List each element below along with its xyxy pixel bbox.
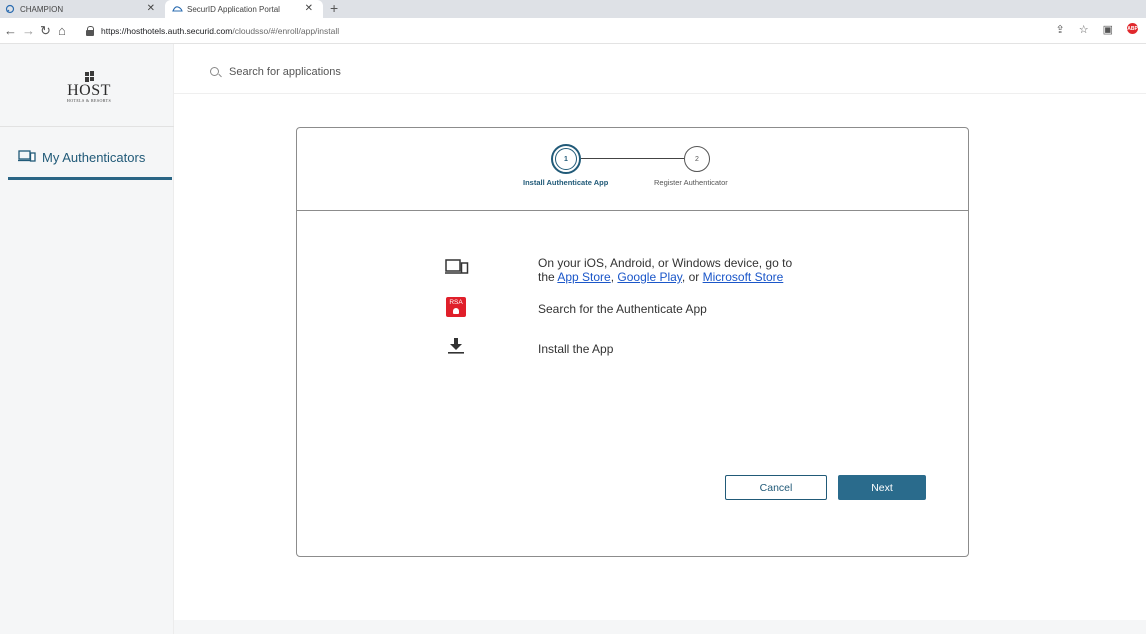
search-icon: [210, 67, 219, 76]
share-icon[interactable]: ⇪: [1056, 23, 1065, 36]
url-field[interactable]: https://hosthotels.auth.securid.com /clo…: [86, 21, 1136, 41]
separator: , or: [681, 270, 700, 284]
step-1-indicator: 1: [551, 144, 581, 174]
browser-toolbar-right: ⇪ ☆ ▣ ABP: [1056, 23, 1138, 36]
extension-icon[interactable]: ▣: [1103, 23, 1113, 36]
app-store-link[interactable]: App Store: [557, 270, 610, 284]
step-number: 1: [555, 148, 577, 170]
instruction-the: the: [538, 270, 555, 284]
logo-subtext: HOTELS & RESORTS: [66, 98, 112, 103]
cancel-button[interactable]: Cancel: [725, 475, 827, 500]
microsoft-store-link[interactable]: Microsoft Store: [703, 270, 784, 284]
close-icon[interactable]: ✕: [305, 3, 313, 14]
reload-icon[interactable]: ↻: [40, 23, 51, 39]
devices-icon: [18, 149, 36, 167]
lock-icon: [86, 26, 95, 36]
divider: [0, 126, 174, 127]
sidebar: HOST HOTELS & RESORTS My Authenticators: [0, 44, 174, 634]
browser-tab-strip: CHAMPION ✕ SecurID Application Portal ✕ …: [0, 0, 1146, 18]
instruction-text: On your iOS, Android, or Windows device,…: [538, 256, 792, 284]
sidebar-item-my-authenticators[interactable]: My Authenticators: [8, 138, 172, 180]
close-icon[interactable]: ✕: [147, 3, 155, 14]
back-arrow-icon[interactable]: ←: [4, 23, 17, 39]
rsa-badge-text: RSA: [449, 299, 463, 306]
search-input[interactable]: Search for applications: [229, 66, 341, 78]
url-path: /cloudsso/#/enroll/app/install: [232, 26, 340, 36]
step-2-label: Register Authenticator: [654, 178, 728, 187]
rsa-app-icon: RSA: [446, 297, 466, 317]
instruction-text: Install the App: [538, 342, 614, 356]
instruction-line-1: On your iOS, Android, or Windows device,…: [538, 256, 793, 270]
champion-icon: [4, 3, 16, 15]
bookmark-star-icon[interactable]: ☆: [1079, 23, 1089, 36]
browser-tab-champion[interactable]: CHAMPION ✕: [0, 0, 165, 18]
enroll-wizard-card: 1 2 Install Authenticate App Register Au…: [296, 127, 969, 557]
step-connector: [581, 158, 684, 159]
step-2-indicator: 2: [684, 146, 710, 172]
tab-title: CHAMPION: [20, 4, 64, 14]
app-search-bar[interactable]: Search for applications: [174, 44, 1146, 94]
next-button[interactable]: Next: [838, 475, 926, 500]
sidebar-item-label: My Authenticators: [42, 150, 146, 165]
url-host: https://hosthotels.auth.securid.com: [101, 26, 233, 36]
host-logo: HOST HOTELS & RESORTS: [64, 70, 114, 120]
new-tab-icon[interactable]: +: [330, 0, 338, 18]
forward-arrow-icon[interactable]: →: [22, 23, 35, 39]
securid-icon: [171, 3, 183, 15]
browser-address-bar: ← → ↻ ⌂ https://hosthotels.auth.securid.…: [0, 18, 1146, 44]
google-play-link[interactable]: Google Play: [617, 270, 681, 284]
home-icon[interactable]: ⌂: [58, 23, 66, 39]
adblock-icon[interactable]: ABP: [1127, 23, 1138, 34]
person-icon: [453, 308, 459, 314]
instruction-line-2: the App Store, Google Play, or Microsoft…: [538, 270, 792, 284]
devices-icon: [445, 259, 469, 280]
footer: [174, 620, 1146, 634]
instruction-text: Search for the Authenticate App: [538, 302, 707, 316]
step-1-label: Install Authenticate App: [523, 178, 609, 187]
logo-text: HOST: [67, 82, 111, 99]
wizard-stepper: 1 2 Install Authenticate App Register Au…: [297, 128, 968, 211]
tab-title: SecurID Application Portal: [187, 4, 280, 14]
browser-tab-securid[interactable]: SecurID Application Portal ✕: [165, 0, 323, 18]
download-icon: [447, 337, 465, 360]
host-logo-mark: [84, 70, 94, 82]
separator: ,: [610, 270, 615, 284]
